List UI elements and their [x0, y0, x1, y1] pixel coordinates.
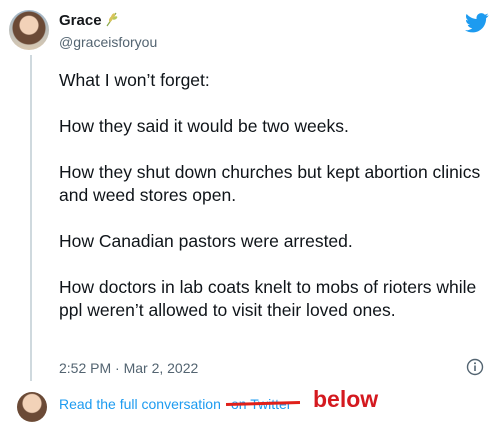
tweet-card: Grace @graceisforyou What I won’t forget…: [0, 0, 500, 423]
thread-line: [30, 55, 32, 381]
avatar[interactable]: [9, 10, 49, 50]
author-name[interactable]: Grace: [59, 12, 102, 29]
tweet-timestamp[interactable]: 2:52 PM · Mar 2, 2022: [59, 360, 198, 376]
tweet-text: What I won’t forget: How they said it wo…: [59, 69, 489, 322]
tweet-paragraph: How they said it would be two weeks.: [59, 116, 349, 136]
annotation-below: below: [313, 386, 379, 412]
tweet-paragraph: How Canadian pastors were arrested.: [59, 231, 353, 251]
read-full-conversation-link[interactable]: Read the full conversation: [59, 396, 221, 412]
info-icon[interactable]: [466, 358, 484, 376]
tweet-paragraph: How doctors in lab coats knelt to mobs o…: [59, 277, 477, 320]
tweet-paragraph: What I won’t forget:: [59, 70, 210, 90]
author-handle[interactable]: @graceisforyou: [59, 34, 157, 50]
avatar-small[interactable]: [17, 392, 47, 422]
wheat-emoji-icon: [106, 12, 118, 27]
twitter-bird-icon[interactable]: [465, 13, 489, 33]
tweet-paragraph: How they shut down churches but kept abo…: [59, 162, 481, 205]
